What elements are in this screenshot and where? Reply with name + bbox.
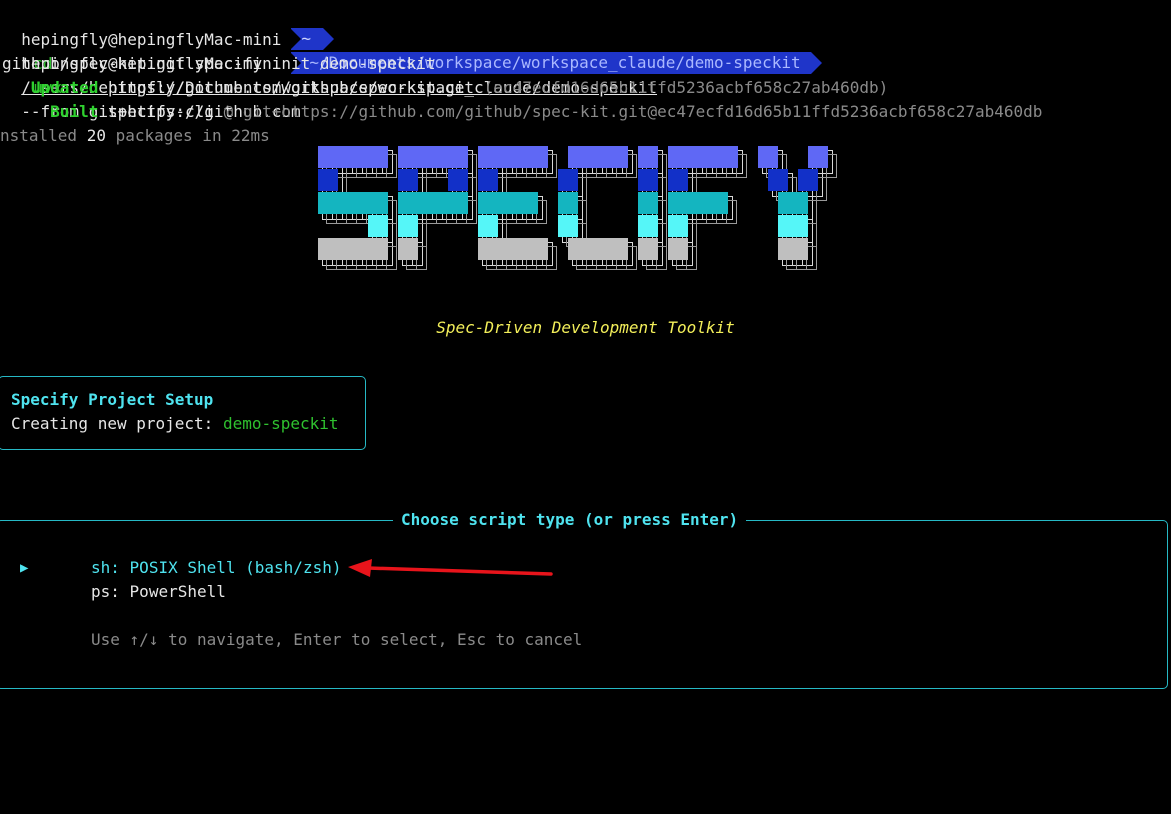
option-label: POSIX Shell (bash/zsh) <box>129 558 342 577</box>
installed-prefix: nstalled <box>0 126 78 145</box>
script-type-panel <box>0 520 1168 689</box>
terminal-line-2: hepingfly@hepingflyMac-mini ~/Documents/w… <box>2 28 822 121</box>
option-ps[interactable]: ps: PowerShell <box>91 580 226 604</box>
setup-panel-title: Specify Project Setup <box>11 390 214 409</box>
navigation-help-text: Use ↑/↓ to navigate, Enter to select, Es… <box>91 630 583 649</box>
built-package: specify-cli <box>107 102 214 121</box>
updated-label: Updated <box>30 78 99 97</box>
terminal-line-1: hepingfly@hepingflyMac-mini ~ cd /Users/h… <box>2 4 657 97</box>
specify-ascii-banner <box>318 146 837 270</box>
updated-url: https://github.com/github/spec-kit.git <box>107 78 475 97</box>
pointer-triangle-icon: ▶ <box>20 560 29 576</box>
tagline-text: Spec-Driven Development Toolkit <box>436 318 735 337</box>
updated-hash: (ec47ecfd16d65b11ffd5236acbf658c27ab460d… <box>483 78 889 97</box>
terminal-line-6: nstalled 20 packages in 22ms <box>0 124 270 148</box>
built-source: @ git+https://github.com/github/spec-kit… <box>223 102 1043 121</box>
script-panel-title: Choose script type (or press Enter) <box>393 508 747 532</box>
setup-panel-line: Creating new project: demo-speckit <box>11 412 339 436</box>
installed-suffix: packages in 22ms <box>115 126 270 145</box>
option-key: ps: <box>91 582 120 601</box>
option-key: sh: <box>91 558 120 577</box>
terminal-line-5: Built specify-cli @ git+https://github.c… <box>2 100 1042 124</box>
banner-tagline: Spec-Driven Development Toolkit <box>0 316 1171 340</box>
project-setup-panel: Specify Project Setup Creating new proje… <box>0 376 366 450</box>
installed-count: 20 <box>86 126 106 145</box>
project-name: demo-speckit <box>222 414 339 433</box>
option-label: PowerShell <box>129 582 226 601</box>
built-label: Built <box>50 102 99 121</box>
option-sh[interactable]: sh: POSIX Shell (bash/zsh) <box>91 556 341 580</box>
creating-project-label: Creating new project: <box>11 414 214 433</box>
terminal-line-3: github/spec-kit.git specify init demo-sp… <box>2 54 436 73</box>
annotation-arrow-icon <box>348 559 553 577</box>
terminal-line-4: Updated https://github.com/github/spec-k… <box>2 76 888 100</box>
